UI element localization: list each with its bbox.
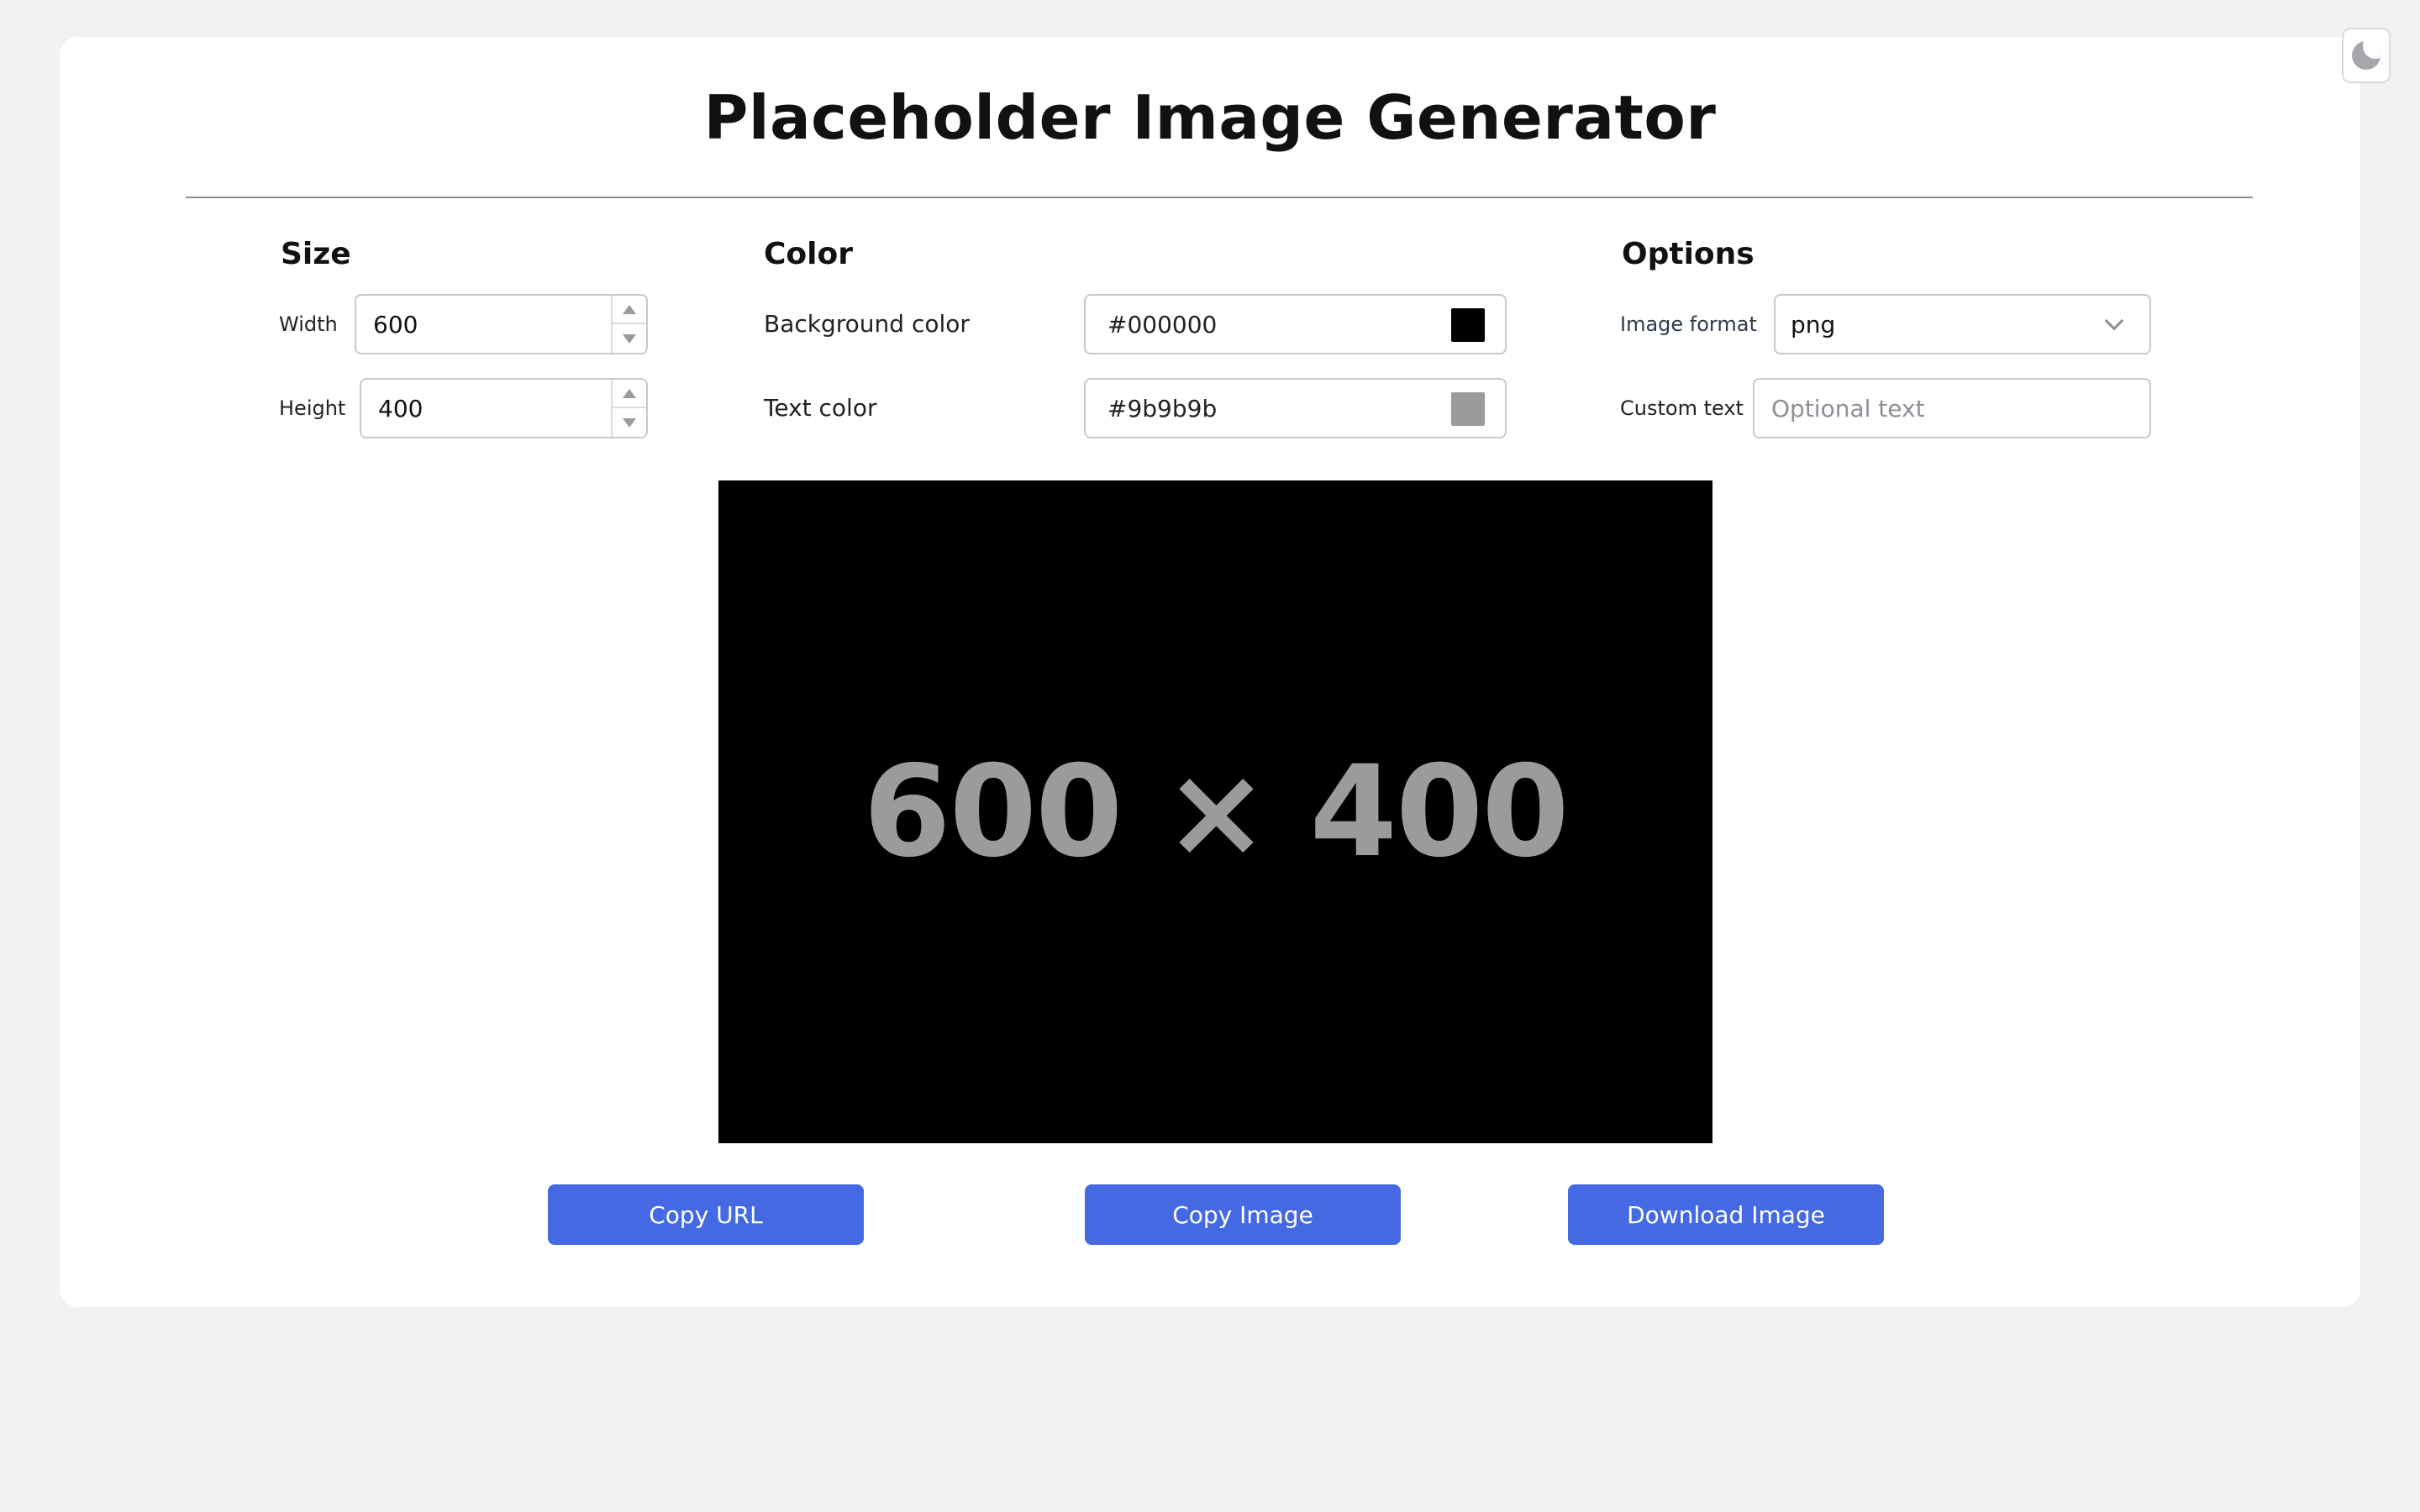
- copy-image-button[interactable]: Copy Image: [1085, 1184, 1401, 1245]
- image-preview: 600 × 400: [718, 480, 1712, 1143]
- text-color-field[interactable]: #9b9b9b: [1084, 378, 1507, 438]
- background-color-swatch[interactable]: [1451, 308, 1485, 342]
- width-field[interactable]: [356, 296, 611, 353]
- options-section-title: Options: [1622, 237, 1754, 271]
- text-color-swatch[interactable]: [1451, 392, 1485, 426]
- custom-text-label: Custom text: [1620, 396, 1744, 420]
- color-section-title: Color: [764, 237, 853, 271]
- image-format-label: Image format: [1620, 312, 1757, 336]
- title-divider: [186, 197, 2253, 198]
- width-increment-button[interactable]: [613, 296, 646, 324]
- image-format-select[interactable]: png: [1774, 294, 2151, 354]
- arrow-down-icon: [623, 417, 636, 428]
- width-input[interactable]: [355, 294, 648, 354]
- page-title: Placeholder Image Generator: [703, 82, 1717, 153]
- background-color-label: Background color: [764, 310, 970, 338]
- background-color-field[interactable]: #000000: [1084, 294, 1507, 354]
- size-section-title: Size: [281, 237, 351, 271]
- height-spinner: [611, 380, 646, 437]
- chevron-down-icon: [2104, 311, 2124, 331]
- height-label: Height: [279, 396, 346, 420]
- moon-icon: [2352, 41, 2381, 70]
- arrow-up-icon: [623, 388, 636, 398]
- custom-text-input[interactable]: [1753, 378, 2151, 438]
- width-spinner: [611, 296, 646, 353]
- height-increment-button[interactable]: [613, 380, 646, 408]
- height-input[interactable]: [360, 378, 648, 438]
- width-label: Width: [279, 312, 338, 336]
- copy-url-button[interactable]: Copy URL: [548, 1184, 864, 1245]
- background-color-value: #000000: [1107, 310, 1218, 339]
- theme-toggle-button[interactable]: [2342, 28, 2391, 83]
- text-color-label: Text color: [764, 394, 877, 422]
- height-decrement-button[interactable]: [613, 408, 646, 437]
- height-field[interactable]: [361, 380, 611, 437]
- preview-dimensions-text: 600 × 400: [863, 738, 1569, 885]
- download-image-button[interactable]: Download Image: [1568, 1184, 1884, 1245]
- arrow-down-icon: [623, 333, 636, 344]
- width-decrement-button[interactable]: [613, 324, 646, 353]
- image-format-value: png: [1791, 310, 1836, 339]
- arrow-up-icon: [623, 304, 636, 314]
- text-color-value: #9b9b9b: [1107, 394, 1218, 423]
